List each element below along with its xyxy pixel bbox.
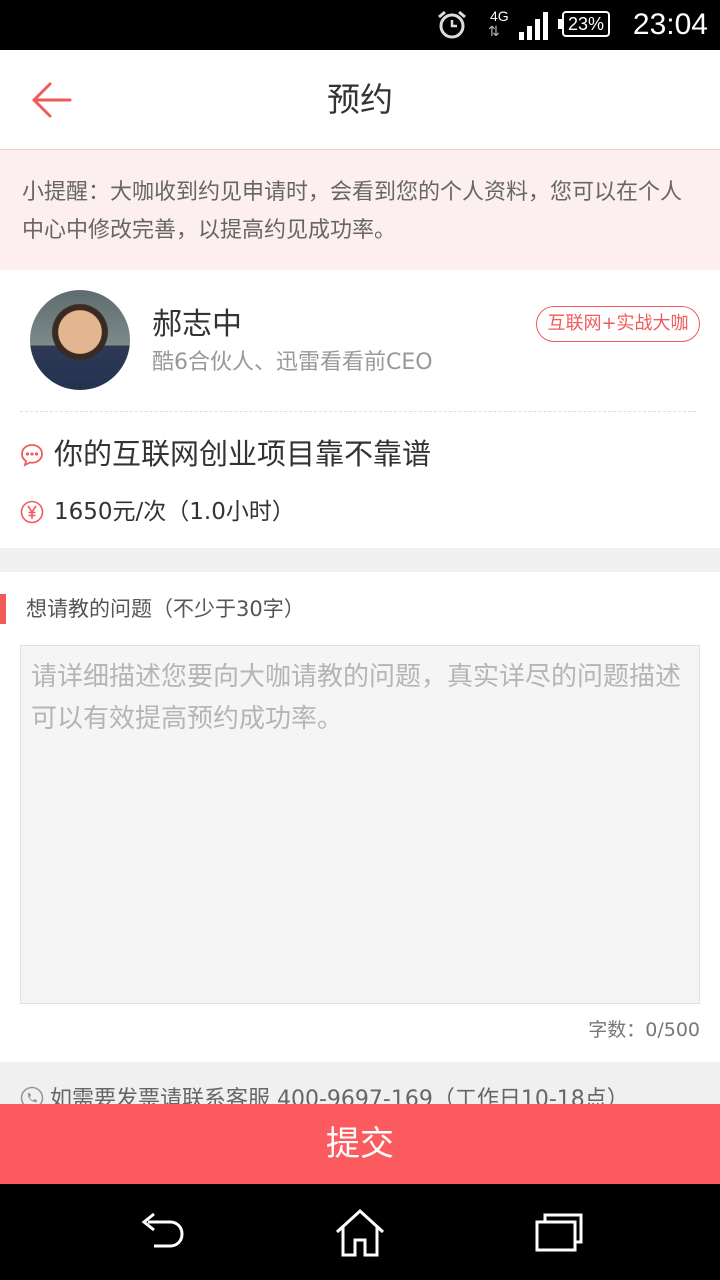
phone-icon	[20, 1086, 44, 1106]
battery-level: 23%	[567, 14, 605, 34]
expert-card: 郝志中 酷6合伙人、迅雷看看前CEO 互联网+实战大咖 你的互联网创业项目靠不靠…	[0, 270, 720, 548]
data-arrows-icon: ⇅	[488, 24, 500, 40]
home-icon[interactable]	[333, 1208, 387, 1258]
alarm-icon	[438, 10, 466, 39]
expert-name: 郝志中	[152, 307, 242, 342]
app-header: 预约	[0, 50, 720, 150]
back-icon[interactable]	[134, 1208, 188, 1258]
network-indicator: 4G ⇅	[486, 8, 514, 42]
question-input[interactable]	[20, 645, 700, 1004]
reminder-banner: 小提醒：大咖收到约见申请时，会看到您的个人资料，您可以在个人中心中修改完善，以提…	[0, 150, 720, 270]
expert-role: 酷6合伙人、迅雷看看前CEO	[152, 350, 433, 375]
divider	[20, 411, 696, 412]
battery-icon: 23%	[558, 11, 610, 37]
price-text: 1650元/次（1.0小时）	[54, 499, 295, 525]
network-type: 4G	[490, 8, 509, 24]
reminder-text: 小提醒：大咖收到约见申请时，会看到您的个人资料，您可以在个人中心中修改完善，以提…	[22, 180, 683, 243]
char-count: 字数：0/500	[588, 1019, 700, 1041]
question-section: 想请教的问题（不少于30字） 字数：0/500	[0, 572, 720, 1062]
contact-text[interactable]: 如需要发票请联系客服 400-9697-169（工作日10-18点）	[50, 1084, 629, 1106]
clock: 23:04	[632, 8, 708, 41]
recent-apps-icon[interactable]	[533, 1208, 587, 1258]
yen-icon	[20, 500, 44, 524]
chat-bubble-icon	[21, 444, 43, 467]
avatar[interactable]	[30, 290, 130, 390]
expert-tag: 互联网+实战大咖	[536, 306, 700, 342]
question-label: 想请教的问题（不少于30字）	[26, 597, 305, 621]
contact-line: 如需要发票请联系客服 400-9697-169（工作日10-18点）	[0, 1062, 720, 1106]
status-bar: 4G ⇅ 23% 23:04	[0, 0, 720, 50]
android-nav-bar	[0, 1184, 720, 1280]
section-marker	[0, 594, 6, 624]
page-title: 预约	[327, 80, 393, 119]
signal-icon	[519, 12, 548, 40]
submit-button[interactable]: 提交	[0, 1104, 720, 1184]
topic-title: 你的互联网创业项目靠不靠谱	[54, 437, 432, 471]
